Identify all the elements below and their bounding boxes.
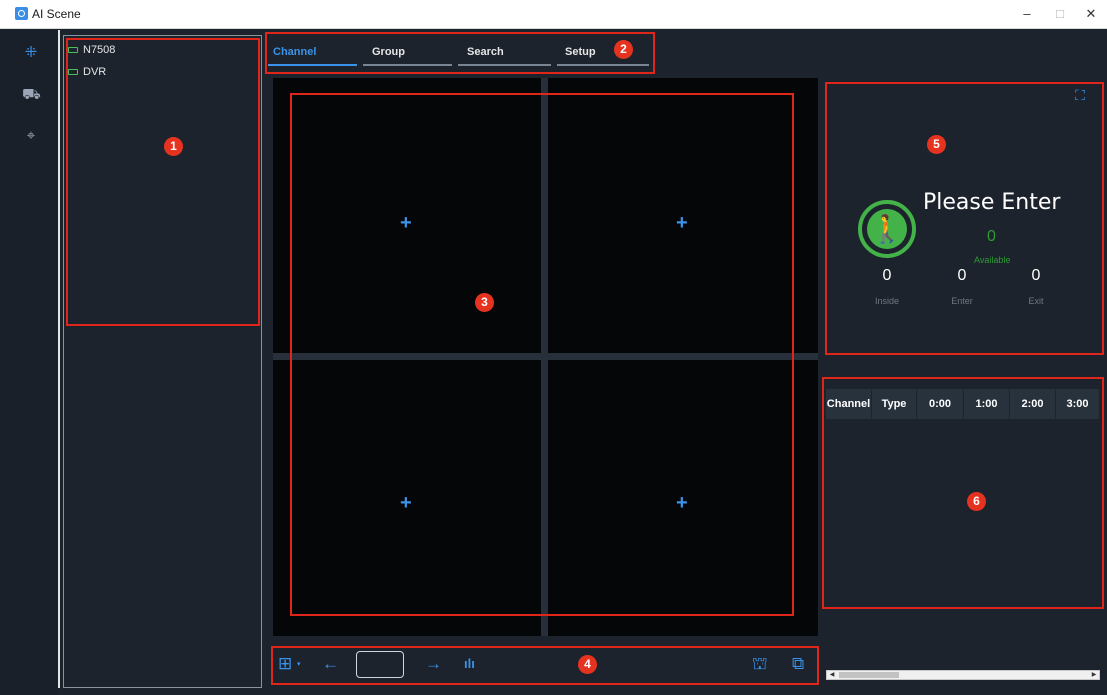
annotation-box-5: [825, 82, 1104, 355]
annotation-box-6: [822, 377, 1104, 609]
annotation-number-1: 1: [164, 137, 183, 156]
annotation-box-3: [290, 93, 794, 616]
scroll-right-icon[interactable]: ▶: [1089, 671, 1099, 679]
navigation-rail: ⁜ ⛟ ⌖: [0, 30, 58, 695]
maximize-button[interactable]: □: [1048, 4, 1072, 24]
annotation-box-2: [265, 32, 655, 74]
annotation-number-2: 2: [614, 40, 633, 59]
annotation-box-4: [271, 646, 819, 685]
app-logo-icon: [15, 7, 28, 20]
rail-divider: [58, 30, 60, 688]
annotation-number-4: 4: [578, 655, 597, 674]
minimize-button[interactable]: –: [1015, 4, 1039, 24]
scroll-left-icon[interactable]: ◀: [827, 671, 837, 679]
window-title: AI Scene: [32, 7, 81, 21]
title-bar: AI Scene – □ ✕: [0, 0, 1107, 29]
app-window: AI Scene – □ ✕ ⁜ ⛟ ⌖ N7508 DVR Channel G…: [0, 0, 1107, 695]
face-scan-icon[interactable]: ⌖: [22, 127, 40, 145]
scroll-thumb[interactable]: [839, 672, 899, 678]
channel-view-icon[interactable]: ⁜: [22, 44, 40, 62]
close-button[interactable]: ✕: [1079, 4, 1103, 24]
annotation-number-5: 5: [927, 135, 946, 154]
annotation-number-3: 3: [475, 293, 494, 312]
annotation-box-1: [66, 38, 260, 326]
horizontal-scrollbar[interactable]: ◀ ▶: [826, 670, 1100, 680]
vehicle-icon[interactable]: ⛟: [22, 86, 41, 104]
annotation-number-6: 6: [967, 492, 986, 511]
